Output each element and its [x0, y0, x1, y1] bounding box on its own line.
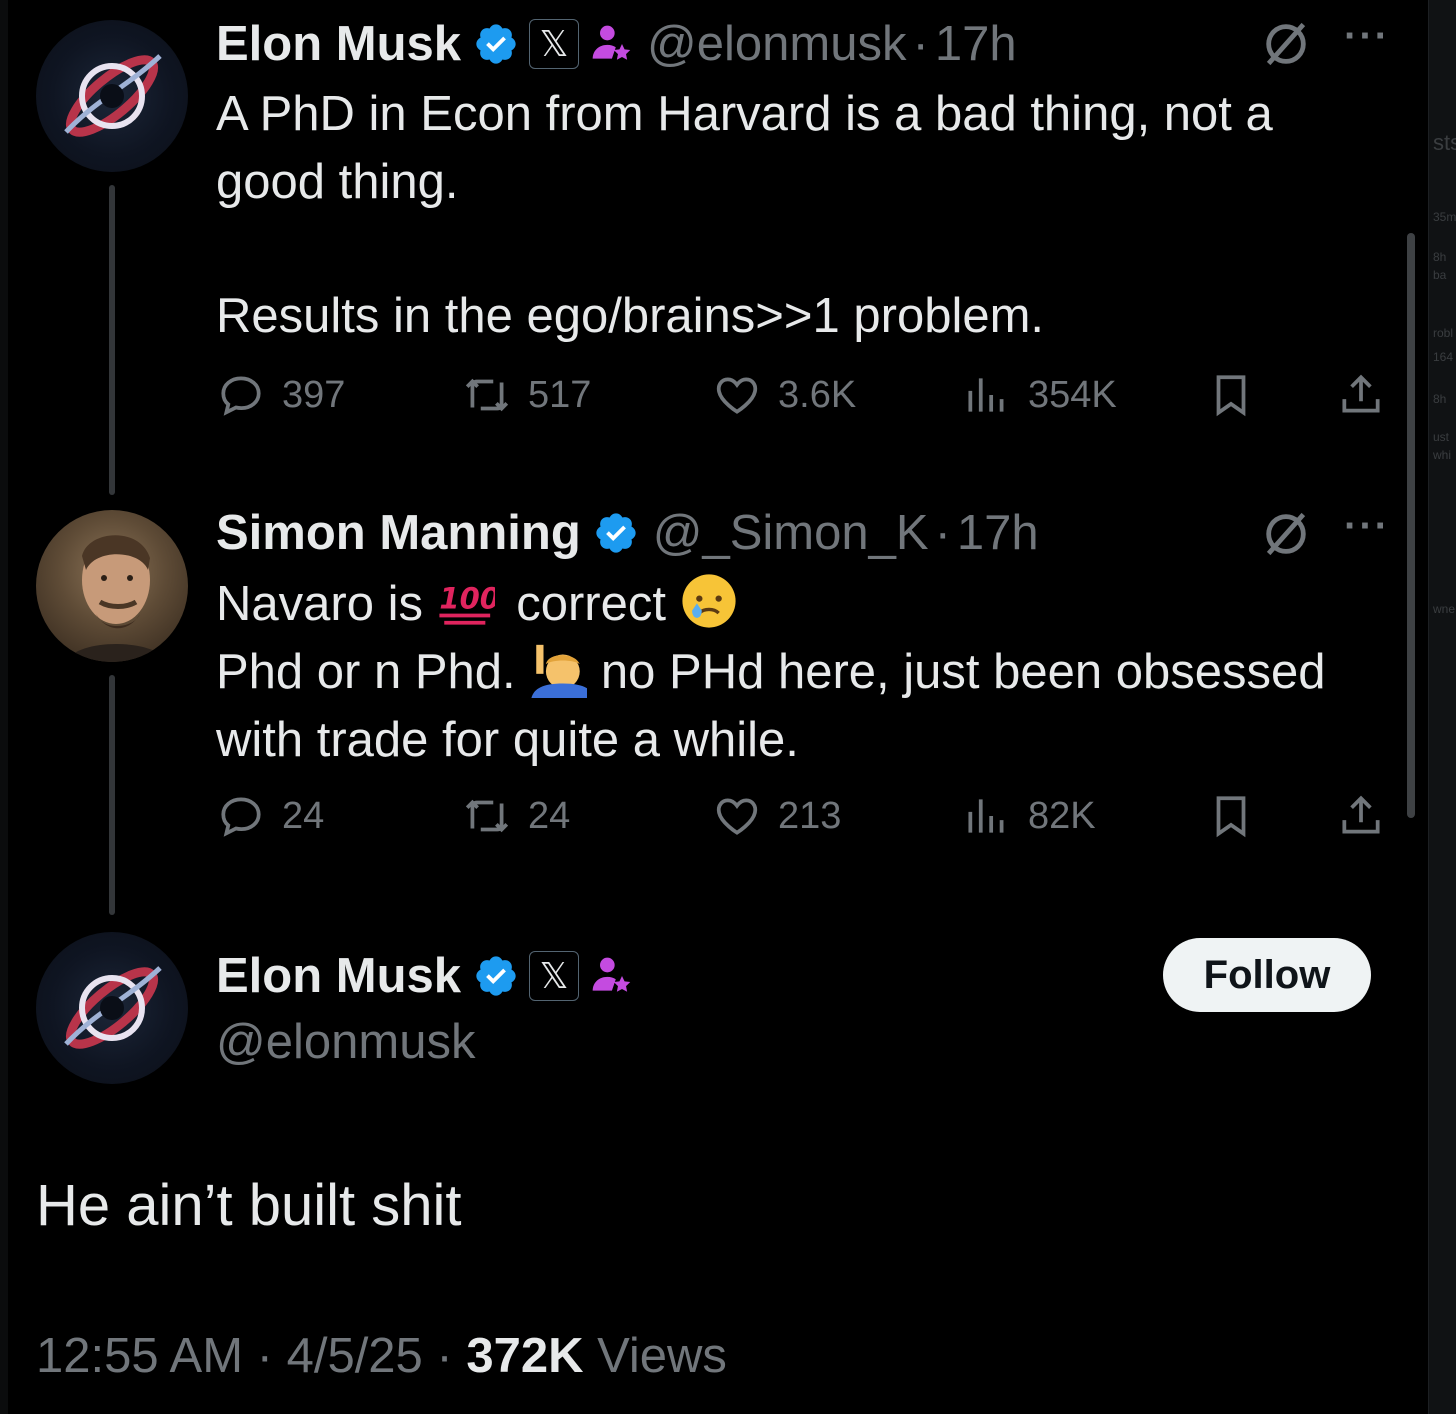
x-affiliate-badge: 𝕏 — [529, 951, 580, 1001]
tweet-text: Navaro is 100 correct Phd or n Phd. no P… — [216, 570, 1396, 774]
main-tweet-text: He ain’t built shit — [36, 1173, 462, 1238]
tweet-header: Simon Manning @_Simon_K · 17h — [216, 503, 1039, 563]
tweet-time[interactable]: 17h — [957, 505, 1039, 561]
verified-badge-icon — [476, 24, 516, 64]
affiliate-icon — [592, 25, 631, 60]
views-count: 82K — [1028, 794, 1096, 837]
like-count: 3.6K — [778, 373, 857, 416]
share-button[interactable] — [1336, 791, 1402, 841]
tweet-line: with trade for quite a while. — [216, 713, 799, 767]
bookmark-icon — [1216, 375, 1246, 417]
tweet-time[interactable]: 17h — [935, 16, 1017, 72]
tweet-timestamp[interactable]: 12:55 AM — [36, 1329, 243, 1383]
thread-line — [109, 185, 115, 495]
tweet-text-segment: Navaro is — [216, 577, 423, 631]
share-button[interactable] — [1336, 370, 1402, 420]
svg-text:100: 100 — [439, 581, 495, 615]
grok-icon[interactable] — [1260, 18, 1312, 70]
repost-button[interactable]: 24 — [462, 791, 570, 841]
tweet-date[interactable]: 4/5/25 — [287, 1329, 423, 1383]
separator-dot: · — [934, 506, 951, 560]
tweet-text: A PhD in Econ from Harvard is a bad thin… — [216, 80, 1396, 350]
separator-dot: · — [422, 1329, 467, 1383]
heart-icon — [716, 798, 758, 835]
tweet-text-segment: Phd or n Phd. — [216, 645, 516, 699]
scrollbar[interactable] — [1407, 233, 1415, 818]
verified-badge-icon — [596, 513, 636, 553]
repost-button[interactable]: 517 — [462, 370, 591, 420]
author-handle[interactable]: @elonmusk — [647, 16, 906, 72]
more-icon[interactable]: ··· — [1344, 14, 1390, 59]
left-edge-panel — [0, 0, 8, 1414]
avatar[interactable] — [36, 932, 188, 1084]
tweet-text-segment: no PHd here, just been obsessed — [600, 645, 1326, 699]
views-button[interactable]: 82K — [962, 791, 1096, 841]
share-icon — [1342, 374, 1380, 413]
reply-count: 397 — [282, 373, 346, 416]
repost-count: 517 — [528, 373, 592, 416]
bookmark-icon — [1216, 796, 1246, 838]
views-label: Views — [583, 1329, 727, 1383]
affiliate-icon — [592, 957, 631, 992]
author-handle[interactable]: @_Simon_K — [653, 505, 929, 561]
follow-button[interactable]: Follow — [1163, 938, 1371, 1012]
views-button[interactable]: 354K — [962, 370, 1117, 420]
total-views-count: 372K — [466, 1329, 584, 1383]
views-icon — [968, 799, 1004, 833]
bookmark-button[interactable] — [1206, 370, 1272, 420]
separator-dot: · — [912, 17, 929, 71]
more-icon[interactable]: ··· — [1344, 504, 1390, 549]
separator-dot: · — [243, 1329, 287, 1383]
thread-line — [109, 675, 115, 915]
share-icon — [1342, 795, 1380, 834]
reply-icon — [221, 376, 261, 416]
repost-icon — [465, 378, 509, 412]
tweet-line: Navaro is 100 correct — [216, 570, 1396, 638]
repost-icon — [465, 799, 509, 833]
tweet-meta: 12:55 AM · 4/5/25 · 372K Views — [36, 1328, 727, 1384]
avatar-image — [64, 54, 162, 137]
grok-icon[interactable] — [1260, 508, 1312, 560]
avatar-image — [66, 535, 168, 662]
hundred-points-emoji-icon: 100 — [439, 581, 500, 625]
author-name[interactable]: Elon Musk — [216, 948, 461, 1004]
main-handle-row: @elonmusk — [216, 1012, 475, 1072]
tweet-actions: 397 517 3.6K 354K — [216, 370, 1396, 430]
reply-count: 24 — [282, 794, 325, 837]
author-name[interactable]: Elon Musk — [216, 16, 461, 72]
reply-button[interactable]: 24 — [216, 791, 324, 841]
author-name[interactable]: Simon Manning — [216, 505, 581, 561]
tweet-line: Phd or n Phd. no PHd here, just been obs… — [216, 638, 1396, 706]
right-sidebar-edge: sts 35m 8h ba robl 164 8h ust whi wne — [1428, 0, 1456, 1414]
tweet-paragraph: Results in the ego/brains>>1 problem. — [216, 289, 1045, 343]
x-affiliate-badge: 𝕏 — [529, 19, 580, 69]
person-raising-hand-emoji-icon — [531, 644, 595, 698]
heart-icon — [716, 377, 758, 414]
avatar[interactable] — [36, 510, 188, 662]
reply-icon — [221, 797, 261, 837]
tweet-text-segment: correct — [516, 577, 666, 631]
sad-but-relieved-emoji-icon — [682, 574, 736, 628]
author-handle[interactable]: @elonmusk — [216, 1014, 475, 1070]
views-count: 354K — [1028, 373, 1117, 416]
repost-count: 24 — [528, 794, 571, 837]
main-tweet-header: Elon Musk 𝕏 — [216, 946, 647, 1006]
views-icon — [968, 378, 1004, 412]
like-button[interactable]: 3.6K — [712, 370, 856, 420]
tweet-actions: 24 24 213 82K — [216, 791, 1396, 851]
tweet-header: Elon Musk 𝕏 @elonmusk · 17h — [216, 14, 1017, 74]
reply-button[interactable]: 397 — [216, 370, 345, 420]
avatar-image — [64, 966, 162, 1049]
like-button[interactable]: 213 — [712, 791, 841, 841]
like-count: 213 — [778, 794, 842, 837]
avatar[interactable] — [36, 20, 188, 172]
bookmark-button[interactable] — [1206, 791, 1272, 841]
verified-badge-icon — [476, 956, 516, 996]
tweet-paragraph: A PhD in Econ from Harvard is a bad thin… — [216, 87, 1273, 209]
